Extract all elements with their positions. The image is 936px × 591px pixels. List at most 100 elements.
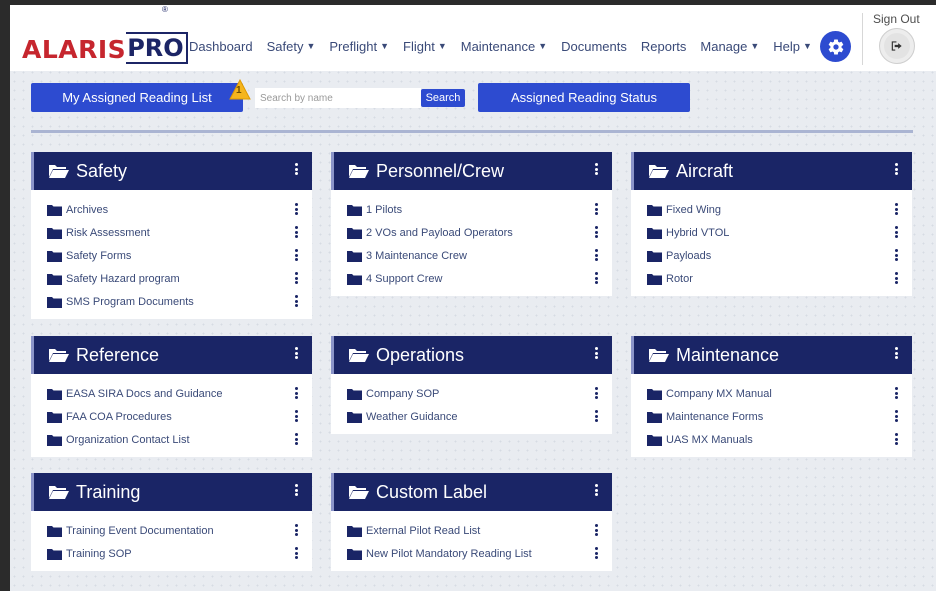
folder-label[interactable]: Fixed Wing xyxy=(666,204,721,216)
kebab-icon[interactable] xyxy=(895,347,898,361)
settings-button[interactable] xyxy=(820,31,851,62)
folder-label[interactable]: 4 Support Crew xyxy=(366,273,442,285)
nav-documents[interactable]: Documents xyxy=(561,39,627,54)
category-header[interactable]: Personnel/Crew xyxy=(331,152,612,190)
kebab-icon[interactable] xyxy=(295,484,298,498)
folder-list-item[interactable]: FAA COA Procedures xyxy=(31,405,312,428)
kebab-icon[interactable] xyxy=(895,433,898,447)
folder-list-item[interactable]: Risk Assessment xyxy=(31,221,312,244)
kebab-icon[interactable] xyxy=(895,226,898,240)
folder-label[interactable]: 3 Maintenance Crew xyxy=(366,250,467,262)
folder-label[interactable]: Maintenance Forms xyxy=(666,411,763,423)
folder-label[interactable]: SMS Program Documents xyxy=(66,296,194,308)
folder-list-item[interactable]: Hybrid VTOL xyxy=(631,221,912,244)
folder-label[interactable]: 2 VOs and Payload Operators xyxy=(366,227,513,239)
nav-dashboard[interactable]: Dashboard xyxy=(189,39,253,54)
folder-label[interactable]: Archives xyxy=(66,204,108,216)
kebab-icon[interactable] xyxy=(295,226,298,240)
kebab-icon[interactable] xyxy=(895,203,898,217)
kebab-icon[interactable] xyxy=(295,249,298,263)
nav-flight[interactable]: Flight ▼ xyxy=(403,39,447,54)
my-assigned-reading-list-button[interactable]: My Assigned Reading List xyxy=(31,83,243,112)
folder-label[interactable]: New Pilot Mandatory Reading List xyxy=(366,548,532,560)
kebab-icon[interactable] xyxy=(595,203,598,217)
kebab-icon[interactable] xyxy=(295,387,298,401)
folder-list-item[interactable]: New Pilot Mandatory Reading List xyxy=(331,542,612,565)
folder-label[interactable]: FAA COA Procedures xyxy=(66,411,172,423)
folder-list-item[interactable]: Rotor xyxy=(631,267,912,290)
kebab-icon[interactable] xyxy=(295,547,298,561)
nav-maintenance[interactable]: Maintenance ▼ xyxy=(461,39,547,54)
nav-safety[interactable]: Safety ▼ xyxy=(267,39,316,54)
kebab-icon[interactable] xyxy=(595,226,598,240)
folder-list-item[interactable]: EASA SIRA Docs and Guidance xyxy=(31,382,312,405)
folder-label[interactable]: 1 Pilots xyxy=(366,204,402,216)
kebab-icon[interactable] xyxy=(595,347,598,361)
category-header[interactable]: Maintenance xyxy=(631,336,912,374)
kebab-icon[interactable] xyxy=(595,249,598,263)
folder-list-item[interactable]: UAS MX Manuals xyxy=(631,428,912,451)
kebab-icon[interactable] xyxy=(895,272,898,286)
kebab-icon[interactable] xyxy=(595,163,598,177)
kebab-icon[interactable] xyxy=(295,272,298,286)
nav-reports[interactable]: Reports xyxy=(641,39,687,54)
kebab-icon[interactable] xyxy=(295,410,298,424)
folder-list-item[interactable]: 2 VOs and Payload Operators xyxy=(331,221,612,244)
signout-button[interactable] xyxy=(879,28,915,64)
folder-label[interactable]: External Pilot Read List xyxy=(366,525,480,537)
folder-list-item[interactable]: Payloads xyxy=(631,244,912,267)
category-header[interactable]: Operations xyxy=(331,336,612,374)
signout-label[interactable]: Sign Out xyxy=(873,12,920,26)
kebab-icon[interactable] xyxy=(295,433,298,447)
nav-preflight[interactable]: Preflight ▼ xyxy=(329,39,389,54)
alarispro-logo[interactable]: ALARIS PRO xyxy=(22,25,188,65)
folder-label[interactable]: Payloads xyxy=(666,250,711,262)
folder-list-item[interactable]: External Pilot Read List xyxy=(331,519,612,542)
search-button[interactable]: Search xyxy=(421,89,465,107)
category-header[interactable]: Safety xyxy=(31,152,312,190)
category-header[interactable]: Aircraft xyxy=(631,152,912,190)
folder-list-item[interactable]: Fixed Wing xyxy=(631,198,912,221)
folder-label[interactable]: Weather Guidance xyxy=(366,411,458,423)
assigned-reading-status-button[interactable]: Assigned Reading Status xyxy=(478,83,690,112)
folder-list-item[interactable]: 4 Support Crew xyxy=(331,267,612,290)
kebab-icon[interactable] xyxy=(295,203,298,217)
folder-label[interactable]: Training SOP xyxy=(66,548,132,560)
category-header[interactable]: Training xyxy=(31,473,312,511)
kebab-icon[interactable] xyxy=(295,347,298,361)
folder-label[interactable]: Organization Contact List xyxy=(66,434,190,446)
folder-list-item[interactable]: Maintenance Forms xyxy=(631,405,912,428)
folder-label[interactable]: EASA SIRA Docs and Guidance xyxy=(66,388,223,400)
folder-list-item[interactable]: Safety Forms xyxy=(31,244,312,267)
folder-list-item[interactable]: SMS Program Documents xyxy=(31,290,312,313)
nav-manage[interactable]: Manage ▼ xyxy=(700,39,759,54)
kebab-icon[interactable] xyxy=(295,295,298,309)
folder-list-item[interactable]: Training Event Documentation xyxy=(31,519,312,542)
folder-list-item[interactable]: Training SOP xyxy=(31,542,312,565)
kebab-icon[interactable] xyxy=(895,410,898,424)
kebab-icon[interactable] xyxy=(895,163,898,177)
folder-list-item[interactable]: Company SOP xyxy=(331,382,612,405)
kebab-icon[interactable] xyxy=(295,524,298,538)
search-input[interactable] xyxy=(255,88,421,108)
folder-label[interactable]: Hybrid VTOL xyxy=(666,227,729,239)
kebab-icon[interactable] xyxy=(295,163,298,177)
category-header[interactable]: Custom Label xyxy=(331,473,612,511)
folder-label[interactable]: Rotor xyxy=(666,273,693,285)
kebab-icon[interactable] xyxy=(595,547,598,561)
folder-label[interactable]: Company MX Manual xyxy=(666,388,772,400)
kebab-icon[interactable] xyxy=(595,410,598,424)
kebab-icon[interactable] xyxy=(895,249,898,263)
category-header[interactable]: Reference xyxy=(31,336,312,374)
nav-help[interactable]: Help ▼ xyxy=(773,39,812,54)
folder-label[interactable]: UAS MX Manuals xyxy=(666,434,753,446)
folder-list-item[interactable]: 3 Maintenance Crew xyxy=(331,244,612,267)
folder-list-item[interactable]: Archives xyxy=(31,198,312,221)
kebab-icon[interactable] xyxy=(595,524,598,538)
kebab-icon[interactable] xyxy=(595,484,598,498)
folder-label[interactable]: Company SOP xyxy=(366,388,439,400)
folder-list-item[interactable]: Weather Guidance xyxy=(331,405,612,428)
folder-list-item[interactable]: Company MX Manual xyxy=(631,382,912,405)
folder-list-item[interactable]: 1 Pilots xyxy=(331,198,612,221)
folder-label[interactable]: Safety Hazard program xyxy=(66,273,180,285)
